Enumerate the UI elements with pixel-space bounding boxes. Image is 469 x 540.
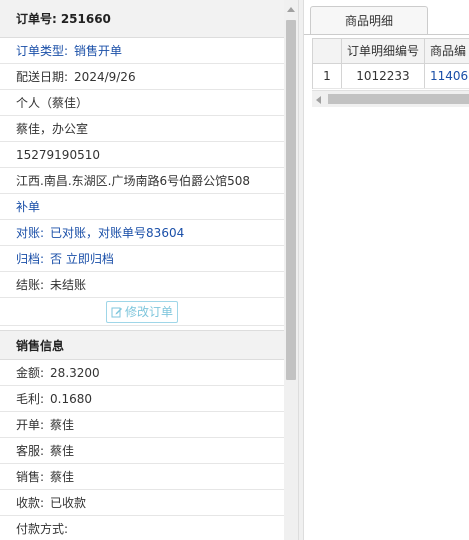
sales-row-creator: 开单: 蔡佳 <box>0 412 284 438</box>
edit-icon <box>111 306 123 318</box>
table-row[interactable]: 1 1012233 11406 <box>313 64 469 89</box>
order-type-label: 订单类型: <box>16 44 69 58</box>
sales-row-profit: 毛利: 0.1680 <box>0 386 284 412</box>
column-header-index <box>313 39 342 63</box>
contact-value: 蔡佳，办公室 <box>16 122 89 136</box>
order-number-header: 订单号: 251660 <box>0 0 284 38</box>
grid-header: 订单明细编号 商品编 <box>313 39 469 64</box>
triangle-left-icon[interactable] <box>314 94 324 104</box>
amount-value: 28.3200 <box>50 366 100 380</box>
order-number-label: 订单号: <box>16 12 57 26</box>
left-panel-scrollbar[interactable] <box>284 0 298 540</box>
order-info-panel: 订单号: 251660 订单类型: 销售开单 配送日期: 2024/9/26 个人（蔡… <box>0 0 298 540</box>
amount-label: 金额: <box>16 366 45 380</box>
sales-info-header: 销售信息 <box>0 330 284 360</box>
edit-order-label: 修改订单 <box>124 304 173 319</box>
delivery-date-label: 配送日期: <box>16 70 69 84</box>
service-label: 客服: <box>16 444 45 458</box>
order-info-content: 订单号: 251660 订单类型: 销售开单 配送日期: 2024/9/26 个人（蔡… <box>0 0 284 540</box>
tab-bar: 商品明细 <box>304 0 469 35</box>
order-number-value: 251660 <box>60 12 111 26</box>
scroll-thumb[interactable] <box>286 20 296 380</box>
horizontal-scroll-thumb[interactable] <box>328 94 469 104</box>
settle-row: 结账: 未结账 <box>0 272 284 298</box>
settle-label: 结账: <box>16 278 45 292</box>
sales-row-service: 客服: 蔡佳 <box>0 438 284 464</box>
creator-label: 开单: <box>16 418 45 432</box>
phone-value: 15279190510 <box>16 148 100 162</box>
archive-value[interactable]: 否 立即归档 <box>50 252 114 266</box>
sales-info-title: 销售信息 <box>16 339 65 353</box>
customer-value: 个人（蔡佳） <box>16 96 89 110</box>
triangle-up-icon[interactable] <box>284 2 298 16</box>
product-code-link[interactable]: 11406 <box>425 64 469 88</box>
archive-row: 归档: 否 立即归档 <box>0 246 284 272</box>
address-row: 江西.南昌.东湖区.广场南路6号伯爵公馆508 <box>0 168 284 194</box>
settle-value: 未结账 <box>50 278 87 292</box>
details-panel: 商品明细 订单明细编号 商品编 1 1012233 11406 <box>304 0 469 540</box>
reconcile-row: 对账: 已对账，对账单号83604 <box>0 220 284 246</box>
edit-order-button[interactable]: 修改订单 <box>105 300 178 323</box>
supplement-link[interactable]: 补单 <box>16 200 40 214</box>
payment-received-label: 收款: <box>16 496 45 510</box>
customer-row: 个人（蔡佳） <box>0 90 284 116</box>
delivery-date-value: 2024/9/26 <box>74 70 136 84</box>
sales-row-payment-method: 付款方式: <box>0 516 284 540</box>
salesperson-label: 销售: <box>16 470 45 484</box>
payment-received-value: 已收款 <box>50 496 87 510</box>
supplement-row[interactable]: 补单 <box>0 194 284 220</box>
order-type-value: 销售开单 <box>74 44 123 58</box>
order-type-row: 订单类型: 销售开单 <box>0 38 284 64</box>
column-header-product-code[interactable]: 商品编 <box>425 39 469 63</box>
column-header-detail-no[interactable]: 订单明细编号 <box>342 39 425 63</box>
edit-order-row: 修改订单 <box>0 298 284 326</box>
grid-horizontal-scrollbar[interactable] <box>312 90 469 107</box>
service-value: 蔡佳 <box>50 444 75 458</box>
contact-row: 蔡佳，办公室 <box>0 116 284 142</box>
detail-no-cell: 1012233 <box>342 64 425 88</box>
sales-row-amount: 金额: 28.3200 <box>0 360 284 386</box>
phone-row: 15279190510 <box>0 142 284 168</box>
salesperson-value: 蔡佳 <box>50 470 75 484</box>
address-value: 江西.南昌.东湖区.广场南路6号伯爵公馆508 <box>16 174 250 188</box>
delivery-date-row: 配送日期: 2024/9/26 <box>0 64 284 90</box>
sales-row-salesperson: 销售: 蔡佳 <box>0 464 284 490</box>
row-index: 1 <box>313 64 342 88</box>
tab-product-details[interactable]: 商品明细 <box>310 6 428 34</box>
product-details-grid: 订单明细编号 商品编 1 1012233 11406 <box>312 38 469 89</box>
reconcile-value[interactable]: 已对账，对账单号83604 <box>50 226 184 240</box>
sales-row-payment-received: 收款: 已收款 <box>0 490 284 516</box>
creator-value: 蔡佳 <box>50 418 75 432</box>
reconcile-label: 对账: <box>16 226 45 240</box>
archive-label: 归档: <box>16 252 45 266</box>
payment-method-label: 付款方式: <box>16 522 69 536</box>
profit-value: 0.1680 <box>50 392 93 406</box>
profit-label: 毛利: <box>16 392 45 406</box>
